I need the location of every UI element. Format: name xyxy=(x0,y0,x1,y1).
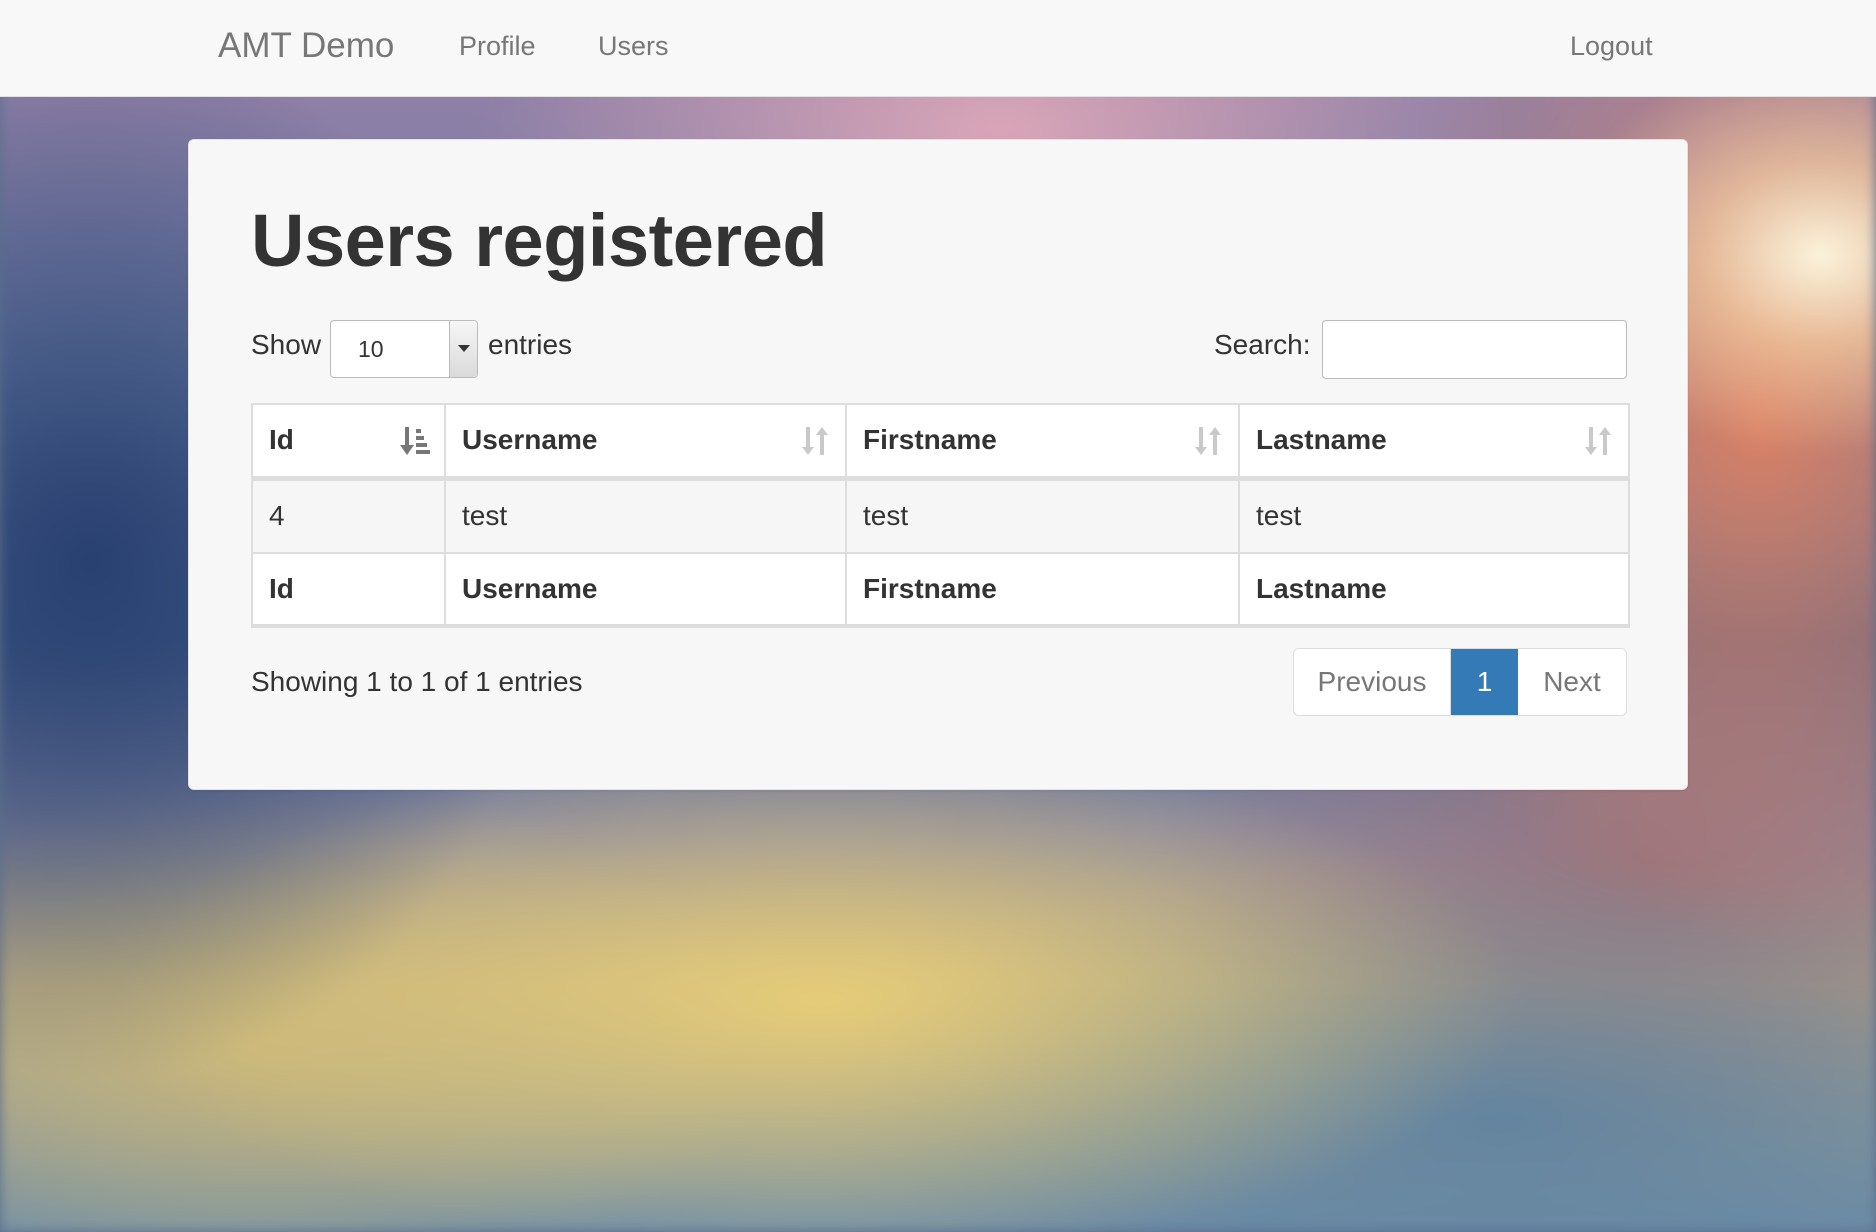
search-label: Search: xyxy=(1214,329,1311,360)
cell-lastname: test xyxy=(1238,477,1630,554)
caret-down-icon[interactable] xyxy=(449,321,477,377)
cell-firstname: test xyxy=(845,477,1240,554)
column-header-label: Id xyxy=(269,424,294,456)
column-header-label: Username xyxy=(462,424,598,456)
show-label: Show xyxy=(251,329,322,360)
page-title: Users registered xyxy=(251,199,828,282)
table-row: 4 test test test xyxy=(251,477,1630,554)
column-header-firstname[interactable]: Firstname xyxy=(845,403,1240,481)
column-header-id[interactable]: Id xyxy=(251,403,446,481)
table-footer-row: Id Username Firstname Lastname xyxy=(251,552,1630,628)
entries-per-page-select[interactable]: 10 xyxy=(330,320,478,378)
logout-link[interactable]: Logout xyxy=(1570,31,1653,62)
footer-header-firstname: Firstname xyxy=(845,552,1240,628)
navbar: AMT Demo Profile Users Logout xyxy=(0,0,1876,97)
entries-per-page-value: 10 xyxy=(358,336,384,362)
sort-both-icon xyxy=(802,427,828,455)
page-1-button[interactable]: 1 xyxy=(1451,649,1518,715)
table-info: Showing 1 to 1 of 1 entries xyxy=(251,666,583,697)
footer-header-username: Username xyxy=(444,552,847,628)
table-header-row: Id Username Firstname Lastname xyxy=(251,403,1630,481)
column-header-username[interactable]: Username xyxy=(444,403,847,481)
nav-link-users[interactable]: Users xyxy=(598,31,669,62)
sort-both-icon xyxy=(1585,427,1611,455)
column-header-label: Firstname xyxy=(863,424,997,456)
nav-link-profile[interactable]: Profile xyxy=(459,31,536,62)
column-header-lastname[interactable]: Lastname xyxy=(1238,403,1630,481)
column-header-label: Lastname xyxy=(1256,424,1387,456)
previous-page-button[interactable]: Previous xyxy=(1294,649,1451,715)
users-table: Id Username Firstname Lastname 4 test te… xyxy=(251,403,1630,628)
footer-header-lastname: Lastname xyxy=(1238,552,1630,628)
entries-label: entries xyxy=(488,329,573,360)
cell-username: test xyxy=(444,477,847,554)
pagination: Previous 1 Next xyxy=(1293,648,1627,716)
footer-header-id: Id xyxy=(251,552,446,628)
users-panel: Users registered Show 10 entries Search:… xyxy=(188,139,1688,790)
next-page-button[interactable]: Next xyxy=(1518,649,1626,715)
cell-id: 4 xyxy=(251,477,446,554)
search-input[interactable] xyxy=(1322,320,1627,379)
sort-ascending-icon xyxy=(400,427,430,455)
sort-both-icon xyxy=(1195,427,1221,455)
brand-link[interactable]: AMT Demo xyxy=(218,26,394,66)
